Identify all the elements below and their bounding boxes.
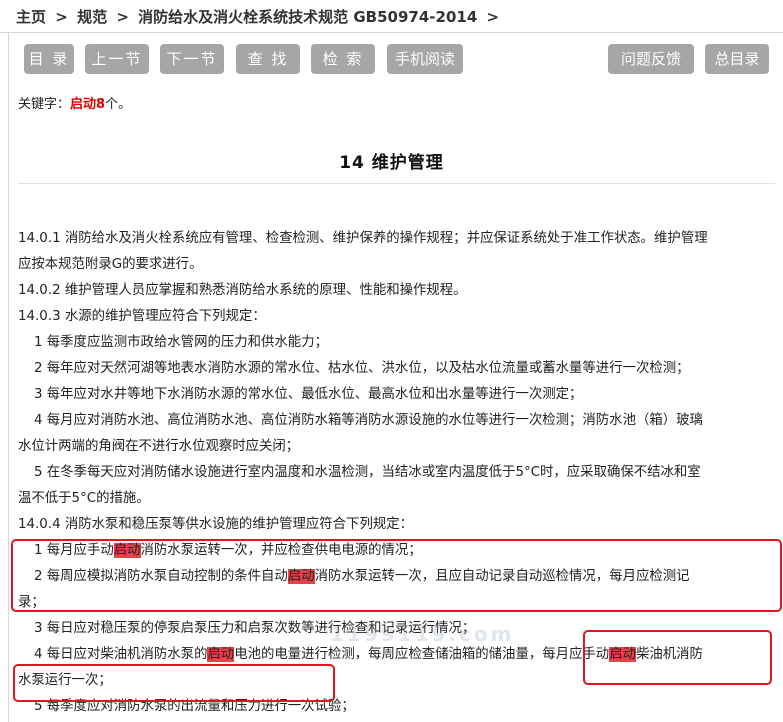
text-line: 14.0.2 维护管理人员应掌握和熟悉消防给水系统的原理、性能和操作规程。: [18, 278, 467, 304]
annotation-box: [583, 630, 772, 685]
breadcrumb-separator: >: [486, 8, 500, 26]
text-segment: 14.0.3 水源的维护管理应符合下列规定：: [18, 309, 266, 324]
text-line: 3 每年应对水井等地下水消防水源的常水位、最低水位、最高水位和出水量等进行一次测…: [34, 382, 582, 408]
breadcrumb-doc-link[interactable]: 消防给水及消火栓系统技术规范 GB50974-2014: [138, 8, 477, 26]
keyword-term: 启动: [70, 97, 97, 112]
keyword-count: 8: [96, 97, 106, 112]
text-segment: 应按本规范附录G的要求进行。: [18, 257, 203, 272]
toc-button[interactable]: 目 录: [24, 44, 74, 74]
text-line: 1 每季度应监测市政给水管网的压力和供水能力；: [34, 330, 328, 356]
text-segment: 14.0.2 维护管理人员应掌握和熟悉消防给水系统的原理、性能和操作规程。: [18, 283, 467, 298]
text-line: 14.0.3 水源的维护管理应符合下列规定：: [18, 304, 266, 330]
text-segment: 3 每年应对水井等地下水消防水源的常水位、最低水位、最高水位和出水量等进行一次测…: [34, 387, 583, 402]
keyword-suffix: 个。: [105, 97, 132, 112]
page: 主页 > 规范 > 消防给水及消火栓系统技术规范 GB50974-2014 > …: [0, 0, 783, 722]
feedback-button[interactable]: 问题反馈: [608, 44, 694, 74]
header-divider: [0, 32, 783, 33]
text-segment: 2 每年应对天然河湖等地表水消防水源的常水位、枯水位、洪水位，以及枯水位流量或蓄…: [34, 361, 690, 376]
text-line: 应按本规范附录G的要求进行。: [18, 252, 202, 278]
text-segment: 4 每月应对消防水池、高位消防水池、高位消防水箱等消防水源设施的水位等进行一次检…: [34, 413, 703, 428]
text-segment: 4 每日应对柴油机消防水泵的: [34, 647, 208, 662]
text-segment: 温不低于5°C的措施。: [18, 491, 150, 506]
keyword-summary: 关键字：启动8个。: [18, 93, 131, 112]
text-line: 水位计两端的角阀在不进行水位观察时应关闭；: [18, 434, 299, 460]
text-line: 14.0.4 消防水泵和稳压泵等供水设施的维护管理应符合下列规定：: [18, 512, 413, 538]
keyword-highlight: 启动: [207, 647, 235, 662]
page-title: 14 维护管理: [339, 153, 444, 173]
content-left-border: [8, 32, 9, 722]
text-line: 5 在冬季每天应对消防储水设施进行室内温度和水温检测，当结冰或室内温度低于5°C…: [34, 460, 701, 486]
breadcrumb: 主页 > 规范 > 消防给水及消火栓系统技术规范 GB50974-2014 >: [16, 6, 503, 30]
title-divider: [18, 183, 775, 184]
master-toc-button[interactable]: 总目录: [705, 44, 769, 74]
find-button[interactable]: 查 找: [236, 44, 300, 74]
text-segment: 14.0.4 消防水泵和稳压泵等供水设施的维护管理应符合下列规定：: [18, 517, 414, 532]
watermark-text: 1199119.com: [330, 622, 515, 646]
text-line: 14.0.1 消防给水及消火栓系统应有管理、检查检测、维护保养的操作规程；并应保…: [18, 226, 708, 252]
text-line: 2 每年应对天然河湖等地表水消防水源的常水位、枯水位、洪水位，以及枯水位流量或蓄…: [34, 356, 690, 382]
breadcrumb-separator: >: [116, 8, 129, 26]
next-section-button[interactable]: 下一节: [160, 44, 224, 74]
keyword-label: 关键字：: [18, 97, 71, 112]
text-segment: 水位计两端的角阀在不进行水位观察时应关闭；: [18, 439, 300, 454]
breadcrumb-section-link[interactable]: 规范: [77, 8, 107, 26]
annotation-box: [11, 539, 782, 612]
text-segment: 电池的电量进行检测，每周应检查储油箱的储油量，每月应手动: [234, 647, 610, 662]
breadcrumb-separator: >: [55, 8, 68, 26]
toolbar: 目 录 上一节 下一节 查 找 检 索 手机阅读 问题反馈 总目录: [0, 44, 783, 76]
text-line: 温不低于5°C的措施。: [18, 486, 150, 512]
prev-section-button[interactable]: 上一节: [85, 44, 149, 74]
text-segment: 14.0.1 消防给水及消火栓系统应有管理、检查检测、维护保养的操作规程；并应保…: [18, 231, 708, 246]
text-line: 4 每月应对消防水池、高位消防水池、高位消防水箱等消防水源设施的水位等进行一次检…: [34, 408, 703, 434]
annotation-box: [13, 664, 335, 702]
breadcrumb-home-link[interactable]: 主页: [16, 8, 46, 26]
text-segment: 5 在冬季每天应对消防储水设施进行室内温度和水温检测，当结冰或室内温度低于5°C…: [34, 465, 701, 480]
search-button[interactable]: 检 索: [311, 44, 375, 74]
mobile-read-button[interactable]: 手机阅读: [387, 44, 463, 74]
text-segment: 1 每季度应监测市政给水管网的压力和供水能力；: [34, 335, 328, 350]
